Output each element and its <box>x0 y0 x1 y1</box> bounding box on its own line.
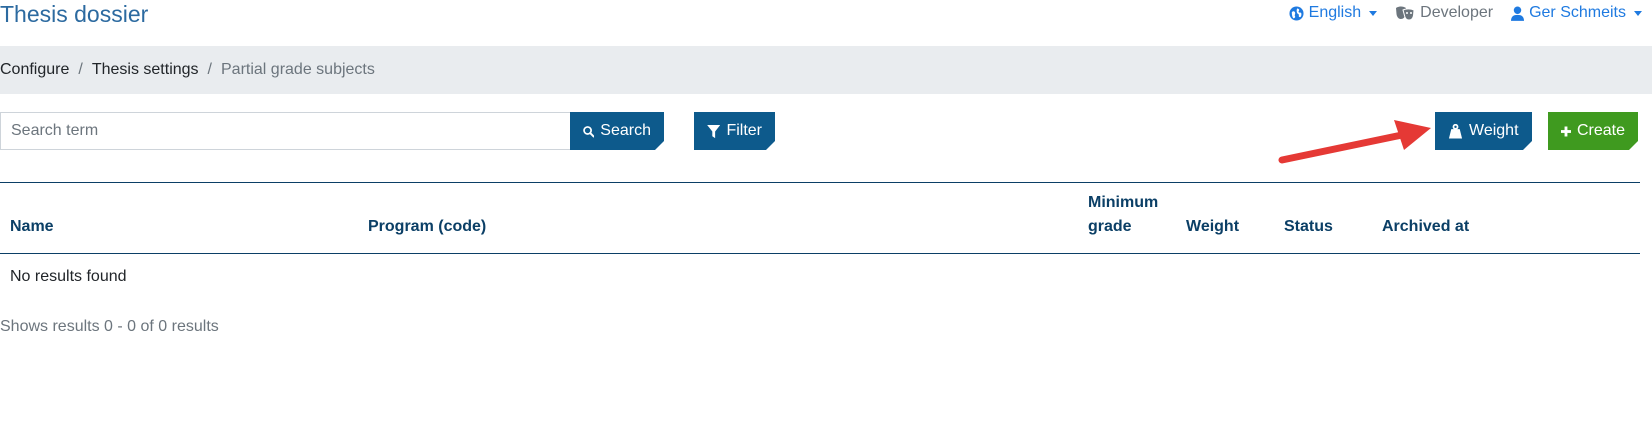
masks-icon <box>1396 6 1415 21</box>
breadcrumb-item-thesis-settings[interactable]: Thesis settings <box>92 61 199 79</box>
column-header-minimum-grade[interactable]: Minimum grade <box>1078 182 1176 254</box>
column-header-archived-at[interactable]: Archived at <box>1372 182 1640 254</box>
chevron-down-icon <box>1369 10 1378 16</box>
plus-icon <box>1561 126 1571 136</box>
filter-icon <box>707 124 721 138</box>
top-navigation: English Developer Ger Schmeits <box>1289 4 1642 22</box>
search-input[interactable] <box>0 112 570 150</box>
annotation-arrow <box>1278 120 1431 164</box>
breadcrumb-item-current: Partial grade subjects <box>221 61 375 78</box>
user-menu[interactable]: Ger Schmeits <box>1511 4 1642 22</box>
column-header-program-code[interactable]: Program (code) <box>358 182 1078 254</box>
column-header-weight[interactable]: Weight <box>1176 182 1274 254</box>
language-label: English <box>1308 4 1362 21</box>
weight-button[interactable]: Weight <box>1435 112 1532 150</box>
breadcrumb: Configure / Thesis settings / Partial gr… <box>0 46 1652 94</box>
pagination-summary: Shows results 0 - 0 of 0 results <box>0 318 219 335</box>
table-row: No results found <box>0 254 1640 301</box>
user-icon <box>1511 6 1525 21</box>
weight-button-label: Weight <box>1469 122 1519 139</box>
create-button-label: Create <box>1576 122 1625 139</box>
search-icon <box>583 125 595 137</box>
breadcrumb-separator: / <box>207 61 212 78</box>
empty-table-message: No results found <box>10 268 127 285</box>
column-header-status[interactable]: Status <box>1274 182 1372 254</box>
table-header-row: Name Program (code) Minimum grade Weight… <box>0 182 1640 254</box>
user-name: Ger Schmeits <box>1529 4 1626 21</box>
app-title[interactable]: Thesis dossier <box>0 0 148 28</box>
role-indicator[interactable]: Developer <box>1395 4 1493 22</box>
role-label: Developer <box>1420 4 1494 21</box>
globe-icon <box>1289 5 1304 21</box>
breadcrumb-item-configure[interactable]: Configure <box>0 61 69 79</box>
search-button[interactable]: Search <box>570 112 664 150</box>
search-button-label: Search <box>600 122 651 139</box>
column-header-name[interactable]: Name <box>0 182 358 254</box>
filter-button-label: Filter <box>726 122 762 139</box>
chevron-down-icon <box>1634 10 1642 16</box>
filter-button[interactable]: Filter <box>694 112 775 150</box>
create-button[interactable]: Create <box>1548 112 1638 150</box>
language-selector[interactable]: English <box>1289 4 1378 22</box>
results-table: Name Program (code) Minimum grade Weight… <box>0 182 1640 300</box>
breadcrumb-separator: / <box>78 61 83 78</box>
weight-icon <box>1448 123 1463 139</box>
